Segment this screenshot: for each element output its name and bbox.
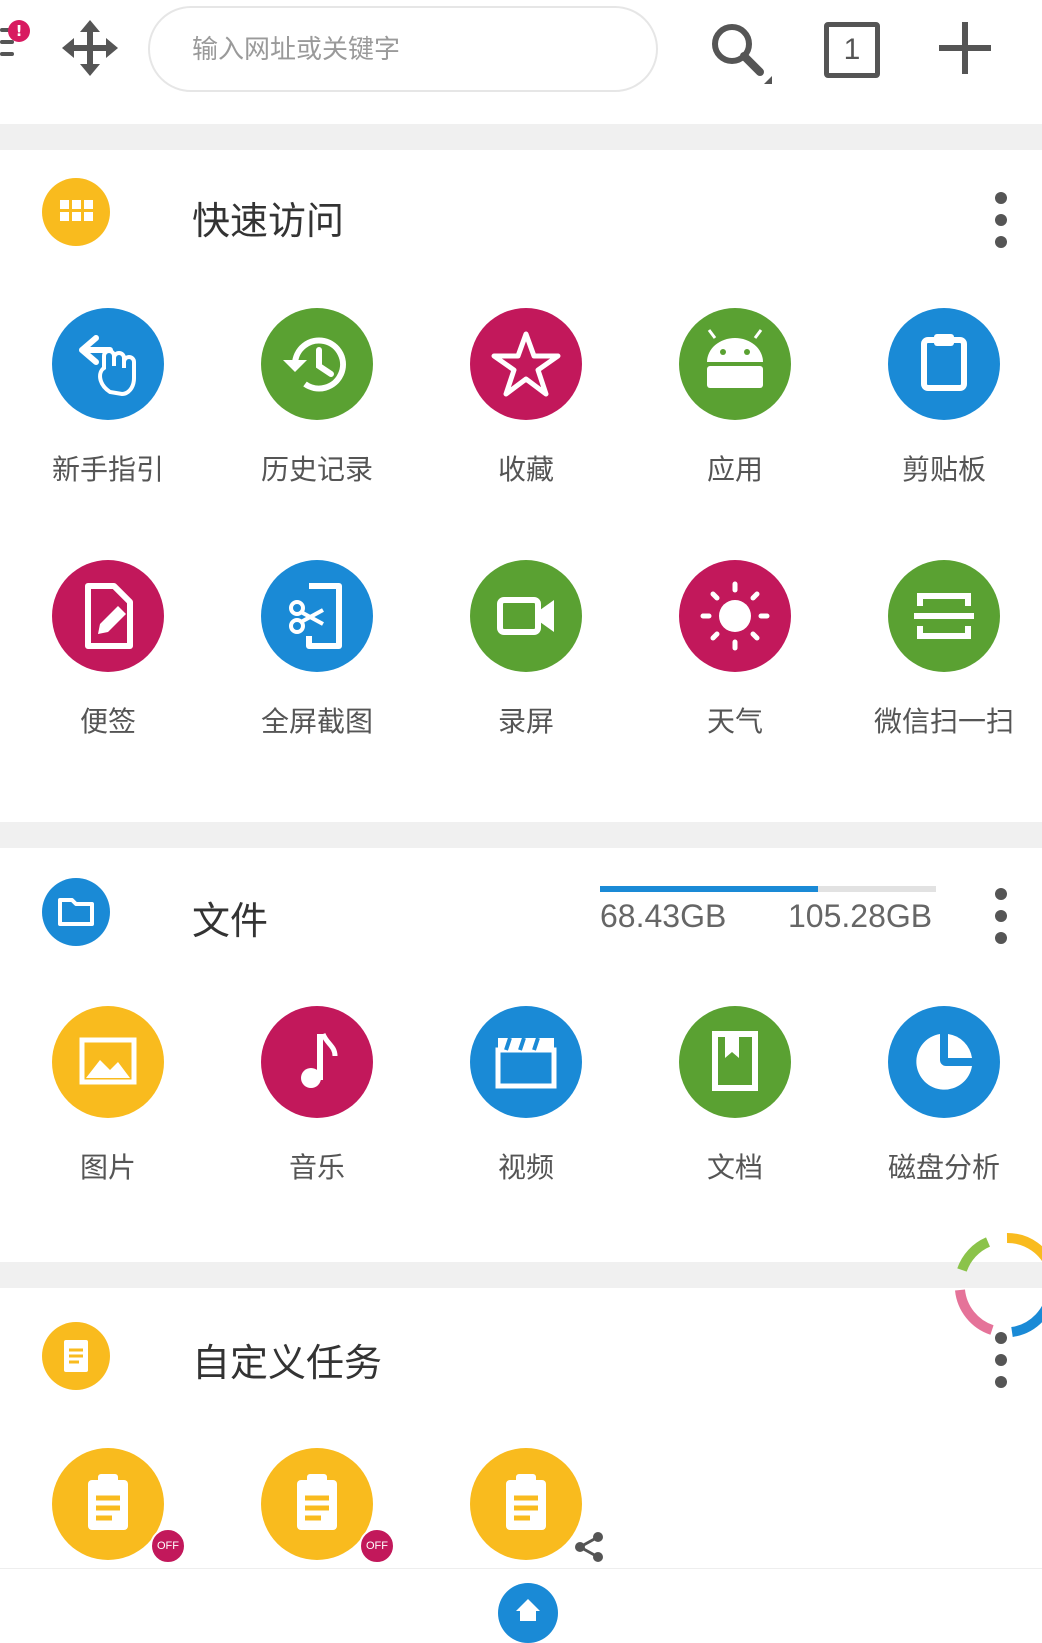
more-options-icon[interactable] xyxy=(988,192,1014,252)
task-icon xyxy=(261,1448,373,1560)
task-icon xyxy=(470,1448,582,1560)
quick-tile-screenshot[interactable]: 全屏截图 xyxy=(242,560,392,740)
file-tile-label: 磁盘分析 xyxy=(887,1151,1000,1184)
clipboard-icon xyxy=(888,308,1000,420)
quick-access-card: 快速访问 新手指引 历史记录 收藏 应用 剪贴板 便签 全屏截图 录屏 天气 微… xyxy=(0,150,1042,822)
task-icon xyxy=(52,1448,164,1560)
storage-total: 105.28GB xyxy=(788,898,933,934)
task-icon xyxy=(42,1322,110,1390)
custom-tasks-title: 自定义任务 xyxy=(192,1341,383,1385)
folder-icon xyxy=(42,878,110,946)
quick-tile-guide[interactable]: 新手指引 xyxy=(33,308,183,488)
file-tile-label: 图片 xyxy=(79,1151,136,1184)
share-icon[interactable] xyxy=(572,1530,606,1564)
screenshot-icon xyxy=(261,560,373,672)
quick-tile-clipboard[interactable]: 剪贴板 xyxy=(869,308,1019,488)
add-tab-icon[interactable] xyxy=(935,18,995,78)
notification-badge: ! xyxy=(8,20,30,42)
more-options-icon[interactable] xyxy=(988,888,1014,948)
search-icon[interactable] xyxy=(706,18,778,90)
off-badge: OFF xyxy=(359,1528,395,1564)
quick-tile-label: 微信扫一扫 xyxy=(873,705,1014,738)
file-tile-documents[interactable]: 文档 xyxy=(660,1006,810,1186)
bottom-navigation xyxy=(0,1568,1042,1643)
search-input[interactable] xyxy=(190,26,624,74)
file-tile-images[interactable]: 图片 xyxy=(33,1006,183,1186)
file-tile-music[interactable]: 音乐 xyxy=(242,1006,392,1186)
file-tile-disk-analysis[interactable]: 磁盘分析 xyxy=(869,1006,1019,1186)
section-divider xyxy=(0,822,1042,848)
quick-tile-label: 便签 xyxy=(79,705,136,738)
quick-tile-weather[interactable]: 天气 xyxy=(660,560,810,740)
quick-tile-label: 历史记录 xyxy=(260,453,373,486)
document-icon xyxy=(679,1006,791,1118)
hand-guide-icon xyxy=(52,308,164,420)
storage-progress-fill xyxy=(600,886,819,892)
clapper-icon xyxy=(470,1006,582,1118)
note-icon xyxy=(52,560,164,672)
quick-tile-label: 全屏截图 xyxy=(260,705,373,738)
music-icon xyxy=(261,1006,373,1118)
quick-tile-apps[interactable]: 应用 xyxy=(660,308,810,488)
sun-icon xyxy=(679,560,791,672)
quick-tile-screen-record[interactable]: 录屏 xyxy=(451,560,601,740)
history-icon xyxy=(261,308,373,420)
storage-progress-bar xyxy=(600,886,936,892)
file-tile-label: 视频 xyxy=(497,1151,554,1184)
search-box[interactable] xyxy=(148,6,658,92)
pie-chart-icon xyxy=(888,1006,1000,1118)
video-camera-icon xyxy=(470,560,582,672)
file-tile-label: 文档 xyxy=(706,1151,763,1184)
tabs-count-button[interactable]: 1 xyxy=(824,22,880,78)
scan-icon xyxy=(888,560,1000,672)
quick-tile-label: 应用 xyxy=(706,453,763,486)
quick-tile-label: 收藏 xyxy=(497,453,554,486)
more-options-icon[interactable] xyxy=(988,1332,1014,1392)
move-arrows-icon[interactable] xyxy=(62,20,118,76)
image-icon xyxy=(52,1006,164,1118)
quick-tile-label: 剪贴板 xyxy=(901,453,986,486)
android-icon xyxy=(679,308,791,420)
section-divider xyxy=(0,124,1042,150)
quick-tile-label: 录屏 xyxy=(497,705,554,738)
star-icon xyxy=(470,308,582,420)
home-icon[interactable] xyxy=(498,1583,558,1643)
section-divider xyxy=(0,1262,1042,1288)
quick-tile-label: 新手指引 xyxy=(51,453,164,486)
quick-tile-wechat-scan[interactable]: 微信扫一扫 xyxy=(869,560,1019,740)
custom-tasks-card: 自定义任务 OFF OFF xyxy=(0,1288,1042,1568)
quick-tile-notes[interactable]: 便签 xyxy=(33,560,183,740)
off-badge: OFF xyxy=(150,1528,186,1564)
loading-spinner-icon xyxy=(955,1232,1042,1337)
quick-tile-favorites[interactable]: 收藏 xyxy=(451,308,601,488)
apps-grid-icon xyxy=(42,178,110,246)
quick-tile-history[interactable]: 历史记录 xyxy=(242,308,392,488)
files-title: 文件 xyxy=(192,899,269,943)
quick-tile-label: 天气 xyxy=(706,705,763,738)
top-toolbar: ! 1 xyxy=(0,0,1042,124)
file-tile-videos[interactable]: 视频 xyxy=(451,1006,601,1186)
quick-access-title: 快速访问 xyxy=(192,199,345,243)
storage-used: 68.43GB xyxy=(600,898,727,934)
file-tile-label: 音乐 xyxy=(288,1151,345,1184)
